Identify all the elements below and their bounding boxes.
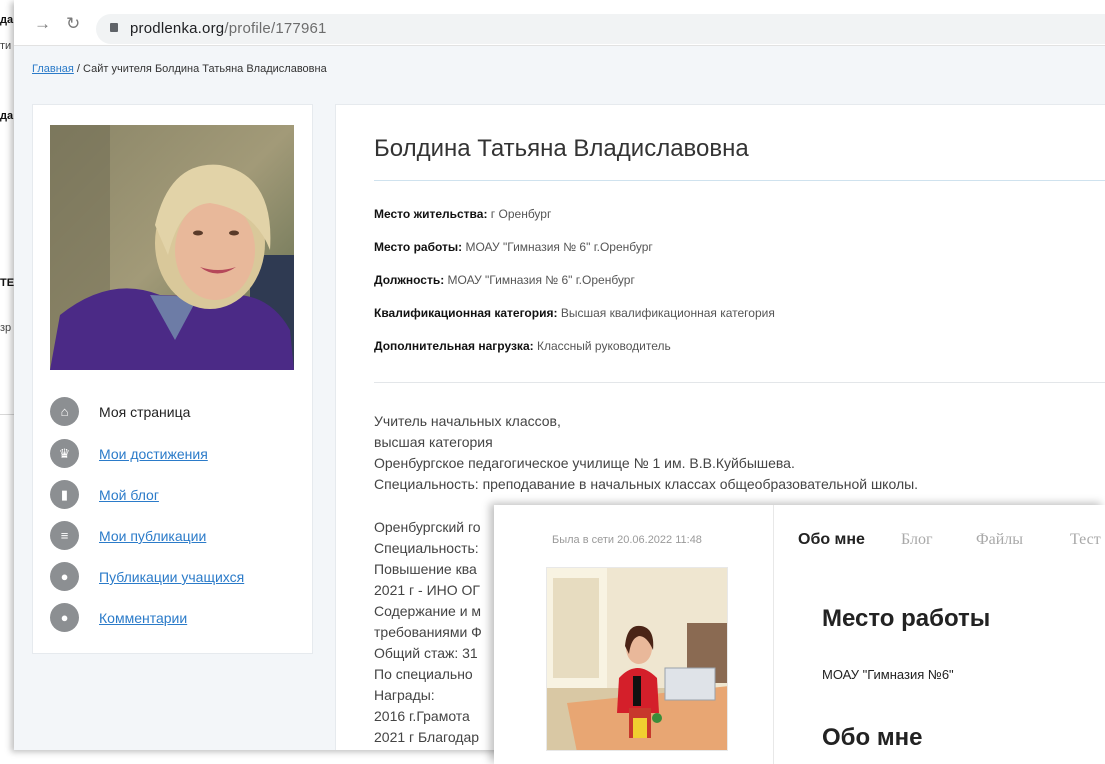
- document-icon: ≡: [50, 521, 79, 550]
- bg-text-fragment: да: [0, 14, 14, 26]
- info-work: Место работы: МОАУ "Гимназия № 6" г.Орен…: [374, 240, 653, 254]
- bg-text-fragment: да: [0, 110, 14, 122]
- sidebar-item-label[interactable]: Мои достижения: [99, 446, 208, 462]
- user-icon: ●: [50, 562, 79, 591]
- work-heading: Место работы: [822, 605, 991, 632]
- tab-blog[interactable]: Блог: [901, 531, 933, 549]
- sidebar-item-achievements[interactable]: ♛ Мои достижения: [50, 439, 300, 469]
- page-title: Болдина Татьяна Владиславовна: [374, 135, 749, 162]
- tab-tests[interactable]: Тест: [1070, 531, 1101, 549]
- divider: [374, 180, 1105, 181]
- last-seen-text: Была в сети 20.06.2022 11:48: [552, 534, 702, 546]
- profile-sidebar: ⌂ Моя страница ♛ Мои достижения ▮ Мой бл…: [32, 104, 313, 654]
- bio-text: Учитель начальных классов, высшая катего…: [374, 413, 919, 492]
- profile-photo-small: [546, 567, 728, 751]
- tab-files[interactable]: Файлы: [976, 531, 1023, 549]
- sidebar-item-label: Моя страница: [99, 404, 191, 420]
- tab-about[interactable]: Обо мне: [798, 531, 865, 549]
- reload-icon[interactable]: ↻: [66, 14, 80, 34]
- bg-text-fragment: ти: [0, 40, 12, 52]
- sidebar-item-label[interactable]: Публикации учащихся: [99, 569, 244, 585]
- comment-icon: ●: [50, 603, 79, 632]
- bio-text-continued: Оренбургский го Специальность: Повышение…: [374, 519, 482, 745]
- breadcrumb-home-link[interactable]: Главная: [32, 63, 74, 75]
- url-text[interactable]: prodlenka.org/profile/177961: [130, 20, 327, 37]
- home-icon: ⌂: [50, 397, 79, 426]
- sidebar-item-label[interactable]: Мои публикации: [99, 528, 206, 544]
- sidebar-item-my-page[interactable]: ⌂ Моя страница: [50, 397, 300, 427]
- profile-photo: [50, 125, 294, 370]
- arrow-right-icon[interactable]: →: [34, 14, 51, 34]
- trophy-icon: ♛: [50, 439, 79, 468]
- breadcrumb-current: Сайт учителя Болдина Татьяна Владиславов…: [83, 63, 327, 75]
- sidebar-item-blog[interactable]: ▮ Мой блог: [50, 480, 300, 510]
- breadcrumb: Главная / Сайт учителя Болдина Татьяна В…: [32, 63, 327, 75]
- info-residence: Место жительства: г Оренбург: [374, 207, 552, 221]
- overlay-sidebar: Была в сети 20.06.2022 11:48: [494, 505, 774, 764]
- lock-icon: [110, 23, 118, 32]
- sidebar-item-student-publications[interactable]: ● Публикации учащихся: [50, 562, 300, 592]
- sidebar-item-publications[interactable]: ≡ Мои публикации: [50, 521, 300, 551]
- about-heading: Обо мне: [822, 724, 923, 751]
- info-category: Квалификационная категория: Высшая квали…: [374, 306, 775, 320]
- info-position: Должность: МОАУ "Гимназия № 6" г.Оренбур…: [374, 273, 635, 287]
- sidebar-item-label[interactable]: Мой блог: [99, 487, 159, 503]
- bg-text-fragment: зр: [0, 322, 12, 334]
- profile-card-overlay: Была в сети 20.06.2022 11:48 Обо мне Бло…: [494, 505, 1105, 764]
- sidebar-item-label[interactable]: Комментарии: [99, 610, 187, 626]
- info-extra-load: Дополнительная нагрузка: Классный руково…: [374, 339, 671, 353]
- bg-text-fragment: ТЕ: [0, 277, 15, 289]
- browser-toolbar: → ↻ prodlenka.org/profile/177961: [14, 0, 1105, 46]
- address-bar[interactable]: prodlenka.org/profile/177961: [96, 14, 1105, 44]
- work-value: МОАУ "Гимназия №6": [822, 667, 954, 682]
- sidebar-item-comments[interactable]: ● Комментарии: [50, 603, 300, 633]
- divider: [374, 382, 1105, 383]
- blog-icon: ▮: [50, 480, 79, 509]
